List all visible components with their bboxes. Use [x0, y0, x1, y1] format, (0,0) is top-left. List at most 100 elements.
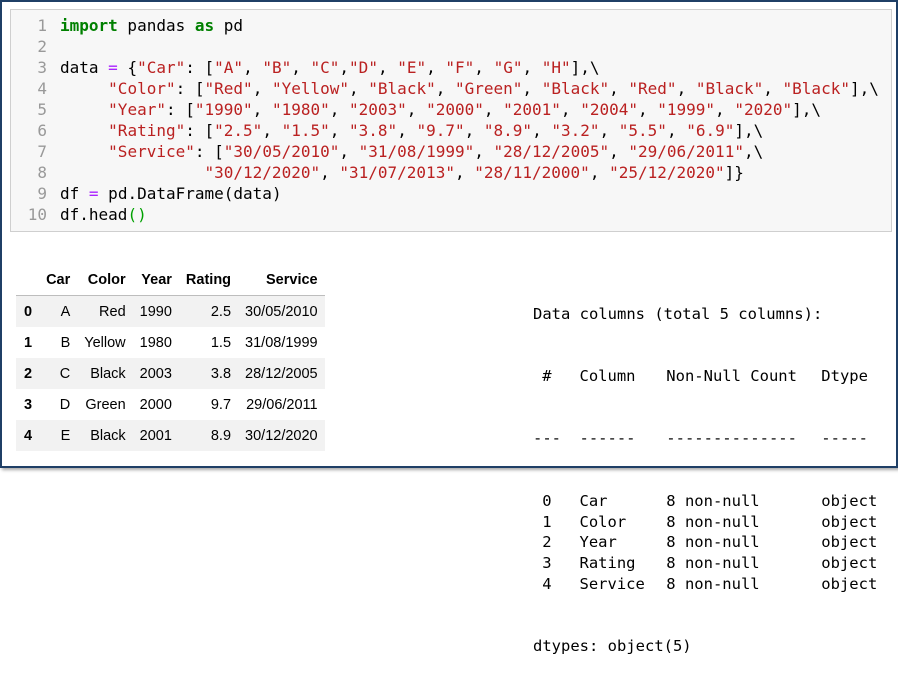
info-cell: object	[821, 574, 878, 593]
column-header-service: Service	[238, 264, 325, 296]
code-text: df.head()	[60, 204, 147, 225]
info-separator-nonnull: --------------	[666, 429, 797, 448]
code-token: "8.9"	[483, 121, 533, 140]
code-token: ,	[609, 79, 629, 98]
info-header-line: Data columns (total 5 columns):	[533, 304, 822, 325]
info-separator-column: ------	[579, 429, 636, 448]
code-token: ,	[291, 58, 311, 77]
info-separator-line: --- ------ -------------- -----	[533, 428, 868, 449]
code-text: "Color": ["Red", "Yellow", "Black", "Gre…	[60, 78, 879, 99]
table-cell: 1980	[139, 334, 172, 351]
info-cell: object	[821, 491, 878, 510]
info-column-header-line: # Column Non-Null Count Dtype	[533, 366, 868, 387]
code-token: ]}	[724, 163, 744, 182]
info-cell: object	[821, 533, 878, 552]
code-token: ,	[763, 79, 783, 98]
info-col-header-nonnull: Non-Null Count	[666, 366, 797, 385]
code-token: ,	[329, 100, 349, 119]
code-token: "9.7"	[416, 121, 465, 140]
code-token: ,	[252, 79, 272, 98]
code-token: ,	[474, 142, 494, 161]
info-separator-number: ---	[533, 429, 561, 448]
code-token: "5.5"	[618, 121, 667, 140]
info-cell: 8 non-null	[666, 554, 760, 573]
code-token: ,	[589, 163, 610, 182]
code-token: "Service"	[108, 142, 195, 161]
info-cell: 8 non-null	[666, 491, 760, 510]
code-cell[interactable]: 1 import pandas as pd 2 3 data = {"Car": ["A…	[10, 9, 892, 232]
code-token: ,	[397, 121, 417, 140]
code-token: : [	[175, 79, 205, 98]
code-token: ],\	[570, 58, 600, 77]
code-token: df.head	[60, 205, 128, 224]
code-token: "G"	[493, 58, 523, 77]
table-cell: 2001	[139, 427, 172, 444]
code-token: data	[60, 58, 109, 77]
info-separator-dtype: -----	[821, 429, 868, 448]
table-cell: 1990	[139, 303, 172, 320]
code-token: ,	[377, 58, 398, 77]
code-token: "31/07/2013"	[339, 163, 455, 182]
table-row: 1 B Yellow 1980 1.5 31/08/1999	[16, 327, 325, 358]
info-cell: 8 non-null	[666, 533, 760, 552]
line-number: 5	[37, 100, 47, 119]
code-token: "2.5"	[214, 121, 263, 140]
code-token: "Red"	[204, 79, 253, 98]
info-col-header-column: Column	[579, 366, 636, 385]
info-cell: Color	[579, 512, 627, 531]
code-token: ,	[474, 58, 494, 77]
code-token: "2000"	[426, 100, 484, 119]
table-cell: Red	[99, 303, 126, 320]
code-token: "1990"	[194, 100, 253, 119]
code-token: ],\	[792, 100, 822, 119]
code-token: ,	[522, 79, 542, 98]
line-number: 3	[37, 58, 47, 77]
table-cell: 29/06/2011	[246, 396, 318, 413]
code-token: "D"	[349, 58, 378, 77]
column-header-year: Year	[132, 264, 179, 296]
line-number: 6	[37, 121, 47, 140]
table-row: 2 C Black 2003 3.8 28/12/2005	[16, 358, 325, 389]
code-token: ,	[666, 121, 687, 140]
code-token: "Black"	[782, 79, 850, 98]
info-row: 4 Service 8 non-null object	[533, 574, 877, 595]
info-header: Data columns (total 5 columns):	[533, 304, 823, 323]
code-token: pandas	[117, 16, 195, 35]
table-row: 0 A Red 1990 2.5 30/05/2010	[16, 295, 325, 327]
info-cell: 8 non-null	[666, 512, 760, 531]
info-cell: object	[821, 512, 878, 531]
info-cell: 4	[542, 574, 552, 593]
info-cell: 1	[542, 512, 552, 531]
table-cell: A	[60, 303, 71, 320]
code-token: "1.5"	[281, 121, 330, 140]
line-number: 10	[27, 205, 47, 224]
code-token: ,	[609, 142, 629, 161]
code-token: "Yellow"	[271, 79, 350, 98]
row-index: 2	[24, 365, 33, 382]
code-token: ,	[252, 100, 272, 119]
code-token: "1999"	[657, 100, 716, 119]
info-row: 3 Rating 8 non-null object	[533, 553, 877, 574]
code-token: "Color"	[108, 79, 176, 98]
code-token: ,	[532, 121, 552, 140]
table-cell: 2000	[139, 396, 172, 413]
line-number: 4	[37, 79, 47, 98]
table-cell: D	[59, 396, 71, 413]
code-token: "Red"	[628, 79, 677, 98]
line-number: 7	[37, 142, 47, 161]
code-token: "2001"	[503, 100, 561, 119]
line-number: 9	[37, 184, 47, 203]
info-cell: Car	[579, 491, 608, 510]
code-token: "Black"	[695, 79, 764, 98]
table-cell: 9.7	[210, 396, 232, 413]
code-token: "A"	[214, 58, 244, 77]
code-text: "30/12/2020", "31/07/2013", "28/11/2000"…	[60, 162, 744, 183]
code-token: "1980"	[271, 100, 330, 119]
code-token: pd.DataFrame(data)	[98, 184, 282, 203]
table-row: 4 E Black 2001 8.9 30/12/2020	[16, 420, 325, 451]
info-cell: Year	[579, 533, 617, 552]
table-cell: 30/05/2010	[245, 303, 318, 320]
code-token: "Car"	[137, 58, 186, 77]
code-token: =	[88, 184, 99, 203]
